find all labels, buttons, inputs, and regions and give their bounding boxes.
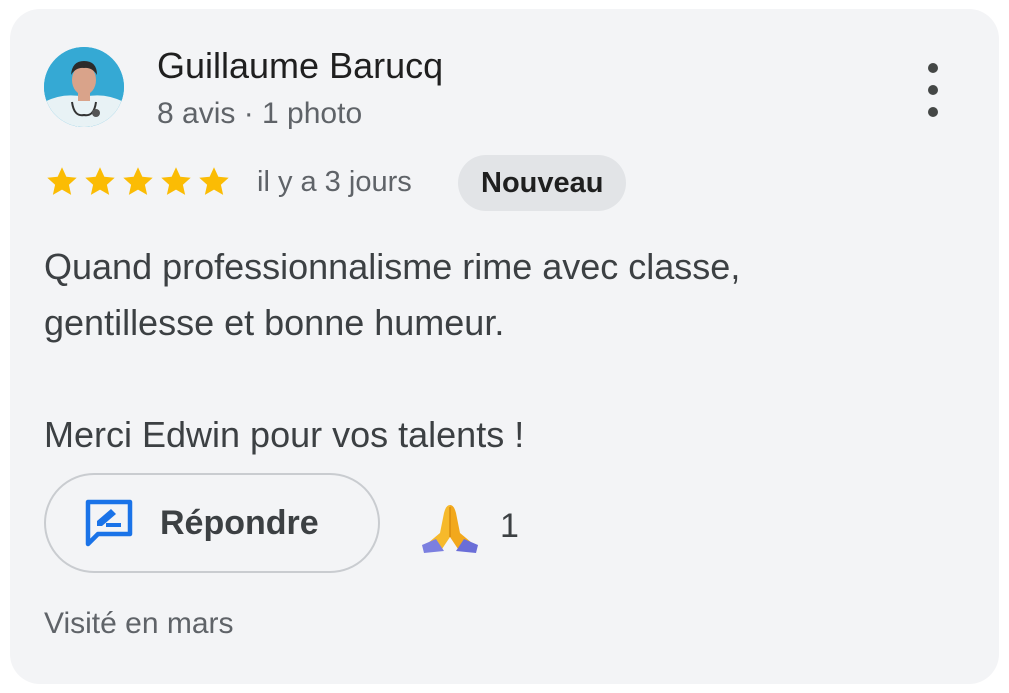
avatar-image <box>44 47 124 127</box>
new-badge: Nouveau <box>458 155 627 211</box>
more-vert-icon <box>928 63 938 73</box>
star-icon <box>199 167 229 195</box>
reaction-count: 1 <box>500 507 519 545</box>
reply-icon <box>85 499 133 547</box>
reply-button-label: Répondre <box>160 503 319 542</box>
review-text-line: gentillesse et bonne humeur. <box>44 302 505 343</box>
review-text-line: Merci Edwin pour vos talents ! <box>44 414 525 455</box>
author-meta: 8 avis · 1 photo <box>157 97 363 130</box>
star-icon <box>123 167 153 195</box>
more-vert-icon-dot <box>928 107 938 117</box>
more-options-button[interactable] <box>916 63 950 117</box>
author-name[interactable]: Guillaume Barucq <box>157 45 443 87</box>
avatar[interactable] <box>44 47 124 127</box>
star-icon <box>161 167 191 195</box>
review-text: Quand professionnalisme rime avec classe… <box>44 239 740 463</box>
more-vert-icon-dot <box>928 85 938 95</box>
review-text-line: Quand professionnalisme rime avec classe… <box>44 246 741 287</box>
review-date: il y a 3 jours <box>257 166 412 198</box>
star-rating <box>44 164 232 200</box>
folded-hands-icon[interactable] <box>420 499 480 555</box>
reply-button[interactable]: Répondre <box>44 473 380 573</box>
star-icon <box>85 167 115 195</box>
review-card: Guillaume Barucq 8 avis · 1 photo il y a… <box>10 9 999 684</box>
visit-date: Visité en mars <box>44 607 234 640</box>
star-icon <box>47 167 77 195</box>
